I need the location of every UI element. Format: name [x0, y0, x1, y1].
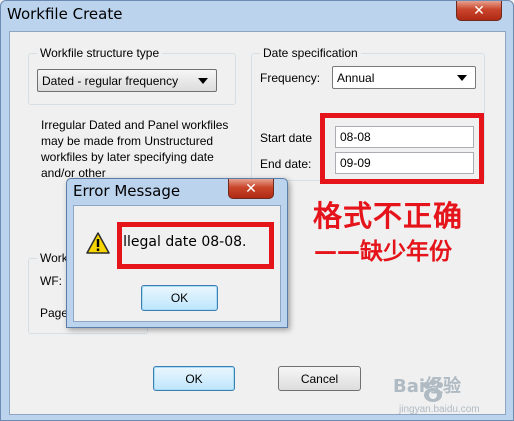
page-label: Page [40, 306, 69, 320]
error-ok-button[interactable]: OK [141, 285, 218, 311]
baidu-watermark: Bai经验 jingyan.baidu.com [393, 370, 513, 418]
structure-type-select[interactable]: Dated - regular frequency [37, 69, 217, 92]
cancel-button[interactable]: Cancel [278, 366, 361, 391]
warning-icon [86, 232, 110, 257]
window-close-button[interactable]: ✕ [456, 1, 502, 21]
chevron-down-icon [457, 74, 467, 81]
watermark-subtext: jingyan.baidu.com [399, 404, 480, 415]
chevron-down-icon [198, 77, 208, 84]
structure-info-text: Irregular Dated and Panel workfiles may … [41, 118, 229, 180]
wf-label: WF: [40, 274, 62, 288]
frequency-select[interactable]: Annual [332, 66, 476, 89]
annotation-line-1: 格式不正确 [313, 199, 464, 233]
start-date-label: Start date [260, 131, 313, 145]
frequency-label: Frequency: [260, 71, 321, 85]
error-dialog-close-button[interactable]: ✕ [228, 179, 274, 199]
frequency-value: Annual [337, 70, 375, 85]
structure-type-group-label: Workfile structure type [37, 46, 163, 60]
error-message-highlight-box [117, 222, 274, 269]
date-specification-group-label: Date specification [260, 46, 361, 60]
ok-button[interactable]: OK [153, 366, 235, 391]
date-fields-highlight-box [320, 113, 484, 184]
watermark-text: Bai经验 [393, 376, 462, 397]
annotation-line-2: ——缺少年份 [314, 239, 452, 265]
window-title: Workfile Create [7, 5, 123, 23]
error-dialog-title: Error Message [73, 182, 181, 200]
structure-type-value: Dated - regular frequency [42, 73, 179, 88]
end-date-label: End date: [260, 157, 312, 171]
page: Workfile Create ✕ Workfile structure typ… [0, 0, 514, 421]
